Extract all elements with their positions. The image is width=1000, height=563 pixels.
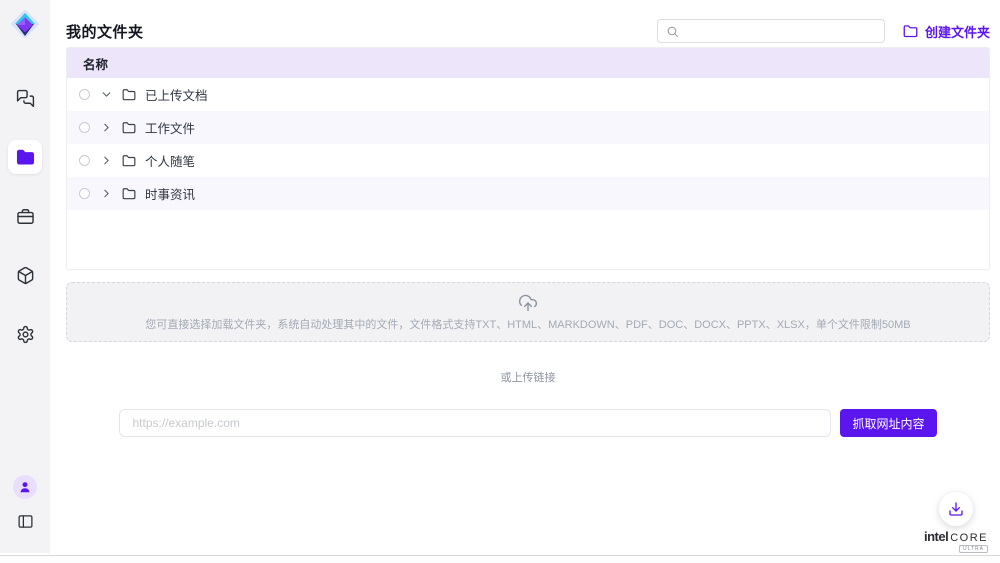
row-checkbox[interactable] [79,188,90,199]
intel-label: intel [924,529,948,544]
folder-icon [122,187,136,201]
panel-layout-icon [17,513,34,530]
main-content: 我的文件夹 创建文件夹 [50,0,1000,563]
ultra-badge: ultra [959,545,988,553]
name-column-header: 名称 [83,54,108,73]
create-folder-label: 创建文件夹 [925,22,990,41]
row-checkbox[interactable] [79,155,90,166]
chevron-right-icon[interactable] [99,187,113,201]
fetch-url-button[interactable]: 抓取网址内容 [840,409,936,437]
folder-name: 已上传文档 [145,85,208,104]
download-button[interactable] [939,492,973,526]
upload-dropzone[interactable]: 您可直接选择加载文件夹，系统自动处理其中的文件，文件格式支持TXT、HTML、M… [66,282,990,342]
table-row[interactable]: 时事资讯 [67,177,989,210]
table-row[interactable]: 个人随笔 [67,144,989,177]
folder-icon [122,121,136,135]
briefcase-icon [16,207,35,226]
search-input[interactable] [685,24,876,38]
table-row[interactable]: 已上传文档 [67,78,989,111]
window-bottom-divider [0,555,1000,563]
sidebar [0,0,50,553]
upload-hint: 您可直接选择加载文件夹，系统自动处理其中的文件，文件格式支持TXT、HTML、M… [145,316,910,332]
search-icon [666,25,679,38]
chevron-right-icon[interactable] [99,154,113,168]
sidebar-nav [8,81,42,351]
corner-widgets: intel core ultra [924,492,988,553]
folder-icon [122,88,136,102]
intel-core-logo: intel core ultra [924,529,988,553]
person-icon [18,480,32,494]
sidebar-item-settings[interactable] [8,317,42,351]
app-window: 我的文件夹 创建文件夹 [0,0,1000,563]
url-input[interactable] [119,409,831,437]
collapse-sidebar-button[interactable] [13,509,37,533]
diamond-logo-icon [9,8,41,40]
table-body: 已上传文档 工作文件 个人随笔 [67,78,989,210]
search-input-wrapper [657,19,885,43]
chevron-down-icon[interactable] [99,88,113,102]
table-row[interactable]: 工作文件 [67,111,989,144]
folder-name: 工作文件 [145,118,195,137]
intel-core-wordmark: intel core [924,529,988,544]
folder-icon [903,24,918,39]
chevron-right-icon[interactable] [99,121,113,135]
sidebar-item-chat[interactable] [8,81,42,115]
table-header: 名称 [67,48,989,78]
create-folder-button[interactable]: 创建文件夹 [903,22,990,41]
tray-download-icon [948,501,964,517]
folder-name: 个人随笔 [145,151,195,170]
row-checkbox[interactable] [79,122,90,133]
or-upload-link-label: 或上传链接 [66,369,990,385]
row-checkbox[interactable] [79,89,90,100]
sidebar-item-folders[interactable] [8,140,42,174]
page-title: 我的文件夹 [66,21,144,42]
topbar: 我的文件夹 创建文件夹 [66,0,990,41]
cloud-upload-icon [518,293,538,313]
folder-filled-icon [16,148,35,167]
user-avatar[interactable] [13,475,37,499]
folder-name: 时事资讯 [145,184,195,203]
folder-table: 名称 已上传文档 工作文件 [66,47,990,270]
core-label: core [950,532,988,544]
sidebar-footer [13,475,37,533]
sidebar-item-toolbox[interactable] [8,199,42,233]
folder-icon [122,154,136,168]
gear-icon [16,325,35,344]
sidebar-item-packages[interactable] [8,258,42,292]
url-upload-row: 抓取网址内容 [66,409,990,437]
chat-icon [16,89,35,108]
cube-icon [16,266,35,285]
app-logo [8,7,42,41]
